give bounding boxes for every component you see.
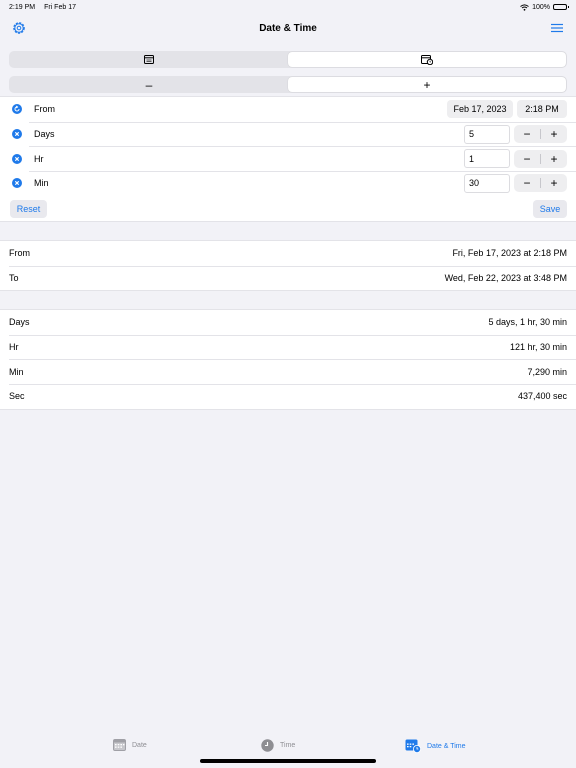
- duration-minutes-value: 7,290 min: [527, 366, 567, 377]
- duration-minutes-label: Min: [9, 366, 24, 377]
- duration-days-value: 5 days, 1 hr, 30 min: [488, 317, 567, 328]
- clear-icon[interactable]: [12, 153, 22, 164]
- minutes-label: Min: [34, 178, 49, 189]
- result-from-label: From: [9, 248, 30, 259]
- tab-date-label: Date: [132, 741, 147, 749]
- days-field[interactable]: 5: [464, 124, 510, 144]
- duration-seconds-label: Sec: [9, 391, 25, 402]
- wifi-icon: [520, 3, 529, 11]
- duration-hours-label: Hr: [9, 342, 19, 353]
- status-time: 2:19 PM: [9, 3, 36, 11]
- operation-segmented-control: – +: [9, 76, 567, 93]
- minutes-row: Min 30 − +: [0, 171, 576, 196]
- range-results: From Fri, Feb 17, 2023 at 2:18 PM To Wed…: [0, 240, 576, 292]
- result-to-value: Wed, Feb 22, 2023 at 3:48 PM: [444, 273, 567, 284]
- result-to-row: To Wed, Feb 22, 2023 at 3:48 PM: [0, 265, 576, 291]
- battery-icon: [553, 4, 569, 10]
- from-row: From Feb 17, 2023 2:18 PM: [0, 97, 576, 122]
- duration-seconds-value: 437,400 sec: [517, 391, 567, 402]
- battery-percent: 100%: [532, 3, 550, 11]
- duration-days-row: Days 5 days, 1 hr, 30 min: [0, 310, 576, 335]
- navigation-bar: Date & Time: [0, 14, 576, 42]
- segment-subtract[interactable]: –: [10, 77, 288, 92]
- gear-icon[interactable]: [11, 20, 27, 36]
- from-time-picker[interactable]: 2:18 PM: [517, 100, 567, 119]
- hours-stepper: − +: [514, 149, 567, 168]
- segment-add[interactable]: +: [288, 77, 566, 92]
- input-form: From Feb 17, 2023 2:18 PM Days 5 − + Hr …: [0, 96, 576, 222]
- tab-time-label: Time: [280, 742, 296, 749]
- days-increment-button[interactable]: +: [541, 125, 567, 143]
- hours-field[interactable]: 1: [464, 149, 510, 169]
- segment-date-mode[interactable]: [10, 52, 288, 67]
- hours-row: Hr 1 − +: [0, 146, 576, 171]
- clear-icon[interactable]: [12, 178, 22, 189]
- calendar-icon: [113, 739, 126, 751]
- hours-increment-button[interactable]: +: [541, 150, 567, 168]
- duration-seconds-row: Sec 437,400 sec: [0, 384, 576, 409]
- hours-decrement-button[interactable]: −: [514, 150, 540, 168]
- mode-segmented-control: [9, 51, 567, 68]
- days-stepper: − +: [514, 125, 567, 144]
- home-indicator: [200, 759, 376, 763]
- result-to-label: To: [9, 273, 19, 284]
- tab-date-time[interactable]: Date & Time: [405, 739, 466, 753]
- tab-time[interactable]: Time: [261, 739, 295, 752]
- days-row: Days 5 − +: [0, 121, 576, 147]
- minutes-decrement-button[interactable]: −: [514, 174, 540, 192]
- hours-label: Hr: [34, 153, 44, 164]
- days-label: Days: [34, 129, 55, 140]
- from-label: From: [34, 104, 55, 115]
- save-button[interactable]: Save: [533, 199, 567, 218]
- minutes-field[interactable]: 30: [464, 173, 510, 193]
- duration-days-label: Days: [9, 317, 30, 328]
- result-from-value: Fri, Feb 17, 2023 at 2:18 PM: [452, 248, 567, 259]
- action-row: Reset Save: [0, 196, 576, 221]
- page-title: Date & Time: [259, 22, 317, 34]
- calendar-icon: [144, 55, 154, 64]
- status-bar: 2:19 PM Fri Feb 17 100%: [0, 0, 576, 14]
- minutes-stepper: − +: [514, 174, 567, 193]
- reset-button[interactable]: Reset: [10, 199, 47, 218]
- from-date-picker[interactable]: Feb 17, 2023: [447, 100, 513, 119]
- duration-hours-row: Hr 121 hr, 30 min: [0, 334, 576, 360]
- calendar-clock-icon: [405, 739, 421, 753]
- tab-date[interactable]: Date: [113, 739, 147, 751]
- calendar-clock-icon: [421, 54, 433, 65]
- status-date: Fri Feb 17: [44, 3, 76, 11]
- refresh-icon[interactable]: [12, 104, 22, 115]
- days-decrement-button[interactable]: −: [514, 125, 540, 143]
- clear-icon[interactable]: [12, 129, 22, 140]
- duration-hours-value: 121 hr, 30 min: [509, 342, 567, 353]
- tab-date-time-label: Date & Time: [427, 742, 466, 750]
- duration-minutes-row: Min 7,290 min: [0, 359, 576, 384]
- minutes-increment-button[interactable]: +: [541, 174, 567, 192]
- menu-icon[interactable]: [550, 23, 564, 33]
- clock-icon: [261, 739, 274, 752]
- segment-datetime-mode[interactable]: [288, 52, 566, 67]
- duration-results: Days 5 days, 1 hr, 30 min Hr 121 hr, 30 …: [0, 309, 576, 410]
- result-from-row: From Fri, Feb 17, 2023 at 2:18 PM: [0, 241, 576, 266]
